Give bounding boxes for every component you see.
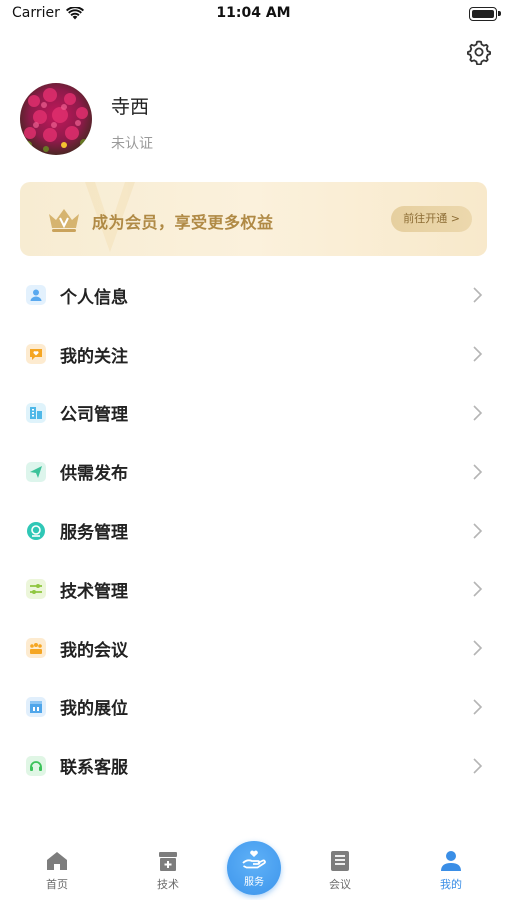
menu-item-tech-management[interactable]: 技术管理	[0, 560, 507, 619]
headset-icon	[26, 755, 46, 776]
building-icon	[26, 402, 46, 423]
menu-label: 个人信息	[60, 287, 128, 308]
chevron-right-icon	[473, 758, 483, 774]
meeting-doc-icon	[331, 851, 349, 871]
avatar[interactable]	[20, 83, 92, 155]
tab-label: 服务	[244, 877, 264, 888]
tab-home[interactable]: 首页	[27, 850, 87, 892]
menu-label: 服务管理	[60, 523, 128, 544]
chevron-right-icon	[473, 699, 483, 715]
menu-label: 联系客服	[60, 758, 128, 779]
tab-tech[interactable]: 技术	[138, 850, 198, 892]
tab-mine[interactable]: 我的	[421, 850, 481, 892]
booth-icon	[26, 696, 46, 717]
gear-icon	[467, 40, 491, 65]
sliders-icon	[26, 579, 46, 600]
menu-label: 供需发布	[60, 464, 128, 485]
tab-label: 会议	[329, 878, 351, 891]
menu-item-my-meetings[interactable]: 我的会议	[0, 619, 507, 678]
tab-label: 我的	[440, 878, 462, 891]
vip-open-button[interactable]: 前往开通 >	[391, 206, 472, 232]
heart-chat-icon	[26, 344, 46, 365]
menu-label: 我的关注	[60, 346, 128, 367]
tab-label: 首页	[46, 878, 68, 891]
chevron-right-icon	[473, 287, 483, 303]
chevron-right-icon	[473, 346, 483, 362]
service-hand-icon	[242, 850, 266, 869]
menu-item-contact-support[interactable]: 联系客服	[0, 736, 507, 795]
vip-promo-text: 成为会员，享受更多权益	[92, 213, 274, 232]
meeting-icon	[26, 638, 46, 659]
tab-label: 技术	[157, 878, 179, 891]
chevron-right-icon	[473, 464, 483, 480]
tech-box-icon	[159, 852, 177, 871]
tab-bar: 首页 技术 服务 会议 我的	[0, 834, 507, 900]
battery-icon	[469, 7, 501, 21]
menu-item-my-booth[interactable]: 我的展位	[0, 678, 507, 737]
menu-label: 我的会议	[60, 640, 128, 661]
status-bar: Carrier 11:04 AM	[0, 0, 507, 30]
menu-item-my-follows[interactable]: 我的关注	[0, 325, 507, 384]
settings-button[interactable]	[465, 38, 493, 66]
tab-meeting[interactable]: 会议	[310, 850, 370, 892]
chevron-right-icon	[473, 581, 483, 597]
menu-item-supply-demand[interactable]: 供需发布	[0, 442, 507, 501]
chevron-right-icon	[473, 523, 483, 539]
profile-icon	[441, 851, 461, 871]
menu-item-company-management[interactable]: 公司管理	[0, 384, 507, 443]
person-icon	[26, 285, 46, 306]
service-icon	[26, 521, 46, 541]
menu-label: 技术管理	[60, 581, 128, 602]
avatar-image	[20, 83, 92, 155]
chevron-right-icon	[473, 405, 483, 421]
menu-item-service-management[interactable]: 服务管理	[0, 501, 507, 560]
user-name: 寺西	[111, 96, 150, 118]
status-time: 11:04 AM	[216, 5, 291, 21]
tab-service[interactable]: 服务	[227, 841, 281, 895]
menu-list: 个人信息 我的关注 公司管理 供需发布 服务管理 技术管理 我的会议 我的展位 …	[0, 266, 507, 795]
chevron-right-icon	[473, 640, 483, 656]
vip-banner[interactable]: 成为会员，享受更多权益 前往开通 >	[20, 182, 487, 256]
send-icon	[26, 461, 46, 482]
menu-label: 我的展位	[60, 699, 128, 720]
verification-status[interactable]: 未认证	[111, 133, 153, 153]
home-icon	[47, 852, 67, 870]
menu-item-personal-info[interactable]: 个人信息	[0, 266, 507, 325]
crown-icon	[49, 209, 79, 232]
menu-label: 公司管理	[60, 405, 128, 426]
